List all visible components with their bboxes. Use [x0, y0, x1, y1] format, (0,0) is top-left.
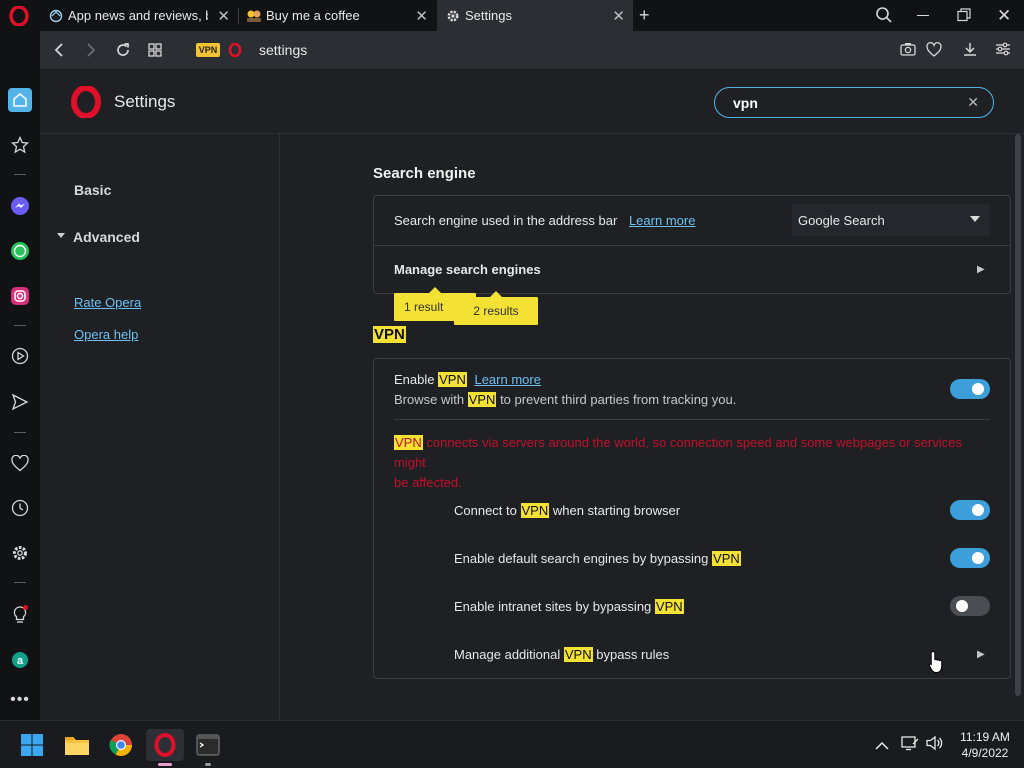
hand-cursor-icon [928, 650, 946, 679]
refresh-globe-icon [48, 8, 64, 24]
clock-date[interactable]: 4/9/2022 [955, 746, 1015, 760]
default-search-bypass-toggle[interactable] [950, 548, 990, 568]
enable-vpn-toggle[interactable] [950, 379, 990, 399]
home-icon[interactable] [8, 88, 32, 112]
manage-search-engines-row[interactable]: Manage search engines [394, 262, 541, 277]
tab-app-news[interactable]: App news and reviews, best ✕ [40, 0, 238, 31]
back-icon[interactable] [48, 39, 70, 61]
tray-overflow-icon[interactable] [875, 738, 889, 756]
messenger-icon[interactable] [8, 194, 32, 218]
settings-gear-icon[interactable] [8, 541, 32, 565]
opera-help-link[interactable]: Opera help [74, 327, 138, 342]
connect-on-start-row: Connect to VPN when starting browser [454, 503, 681, 518]
taskbar: 11:19 AM 4/9/2022 [0, 720, 1024, 768]
new-tab-icon[interactable]: + [639, 5, 650, 26]
vpn-description: Browse with VPN to prevent third parties… [394, 392, 737, 407]
settings-header: Settings vpn ✕ [40, 69, 1024, 134]
caret-down-icon [57, 233, 65, 238]
terminal-icon[interactable] [192, 729, 224, 766]
rate-opera-link[interactable]: Rate Opera [74, 295, 141, 310]
network-icon[interactable] [901, 735, 919, 756]
vpn-badge[interactable]: VPN [196, 43, 220, 57]
tab-buy-me-a-coffee[interactable]: Buy me a coffee ✕ [238, 0, 436, 31]
tab-settings[interactable]: Settings ✕ [437, 0, 633, 31]
active-app-indicator [158, 763, 172, 766]
forward-icon[interactable] [80, 39, 102, 61]
page-title: Settings [114, 92, 176, 111]
my-flow-send-icon[interactable] [8, 390, 32, 414]
search-engine-select[interactable]: Google Search [792, 204, 990, 236]
opera-menu-icon[interactable] [9, 5, 29, 27]
enable-vpn-row: Enable VPN Learn more [394, 372, 541, 387]
minimize-icon[interactable] [917, 15, 929, 16]
svg-text:a: a [17, 655, 24, 667]
tab-search-icon[interactable] [875, 6, 893, 29]
clock-time[interactable]: 11:19 AM [955, 730, 1015, 744]
download-icon[interactable] [962, 41, 978, 62]
chevron-right-icon[interactable]: ▶ [977, 649, 985, 660]
url-text[interactable]: settings [259, 42, 307, 58]
selected-engine: Google Search [798, 213, 885, 228]
close-window-icon[interactable]: ✕ [997, 6, 1011, 26]
tips-lightbulb-icon[interactable] [8, 603, 32, 627]
opera-taskbar-icon[interactable] [146, 729, 184, 766]
settings-search-input[interactable]: vpn ✕ [714, 87, 994, 118]
chevron-right-icon[interactable]: ▶ [977, 264, 985, 275]
close-tab-icon[interactable]: ✕ [415, 7, 428, 25]
intranet-bypass-toggle[interactable] [950, 596, 990, 616]
restore-icon[interactable] [957, 8, 971, 27]
vpn-warning-text: VPN connects via servers around the worl… [394, 435, 962, 490]
favorites-heart-icon[interactable] [8, 451, 32, 475]
more-options-icon[interactable]: ••• [8, 688, 32, 712]
windows-start-icon[interactable] [16, 729, 48, 761]
whatsapp-icon[interactable] [8, 239, 32, 263]
address-bar: VPN settings [40, 31, 1024, 69]
intranet-bypass-row: Enable intranet sites by bypassing VPN [454, 599, 684, 614]
nav-advanced[interactable]: Advanced [73, 229, 140, 245]
reload-icon[interactable] [112, 39, 134, 61]
opera-logo-icon [228, 42, 242, 63]
chrome-icon[interactable] [105, 729, 137, 761]
scrollbar-thumb[interactable] [1015, 134, 1021, 696]
coffee-people-icon [246, 8, 262, 24]
opera-logo-icon [70, 85, 102, 123]
vpn-learn-more-link[interactable]: Learn more [474, 372, 540, 387]
clear-search-icon[interactable]: ✕ [967, 94, 979, 111]
search-value: vpn [733, 95, 758, 111]
heart-icon[interactable] [926, 42, 942, 62]
file-explorer-icon[interactable] [61, 729, 93, 761]
snapshot-icon[interactable] [900, 42, 916, 61]
close-tab-icon[interactable]: ✕ [612, 7, 625, 25]
history-clock-icon[interactable] [8, 496, 32, 520]
close-tab-icon[interactable]: ✕ [217, 7, 230, 25]
vpn-section-title: VPN [373, 326, 406, 343]
search-engine-card: Search engine used in the address bar Le… [373, 195, 1011, 294]
tab-title: App news and reviews, best [68, 8, 208, 23]
easy-setup-icon[interactable] [995, 42, 1011, 61]
search-engine-learn-more-link[interactable]: Learn more [629, 213, 695, 228]
tab-title: Settings [465, 8, 512, 23]
sidebar: a ••• [0, 31, 40, 720]
nav-basic[interactable]: Basic [74, 182, 111, 198]
connect-on-start-toggle[interactable] [950, 500, 990, 520]
player-icon[interactable] [8, 344, 32, 368]
speed-dial-grid-icon[interactable] [144, 39, 166, 61]
instagram-icon[interactable] [8, 284, 32, 308]
vpn-card: Enable VPN Learn more Browse with VPN to… [373, 358, 1011, 679]
default-search-bypass-row: Enable default search engines by bypassi… [454, 551, 741, 566]
tab-title: Buy me a coffee [266, 8, 360, 23]
search-bubble-2-results: 2 results [454, 291, 538, 325]
running-app-indicator [205, 763, 211, 766]
tab-strip: App news and reviews, best ✕ Buy me a co… [0, 0, 1024, 31]
volume-icon[interactable] [926, 735, 944, 756]
dropdown-arrow-icon [970, 216, 980, 222]
bookmarks-icon[interactable] [8, 133, 32, 157]
manage-bypass-rules-row[interactable]: Manage additional VPN bypass rules [454, 647, 669, 662]
settings-nav: Basic Advanced Rate Opera Opera help [40, 134, 280, 720]
search-engine-label: Search engine used in the address bar [394, 213, 618, 228]
search-engine-row: Search engine used in the address bar Le… [394, 213, 695, 228]
search-engine-section-title: Search engine [373, 165, 476, 182]
gear-icon [445, 8, 461, 24]
amazon-icon[interactable]: a [8, 648, 32, 672]
